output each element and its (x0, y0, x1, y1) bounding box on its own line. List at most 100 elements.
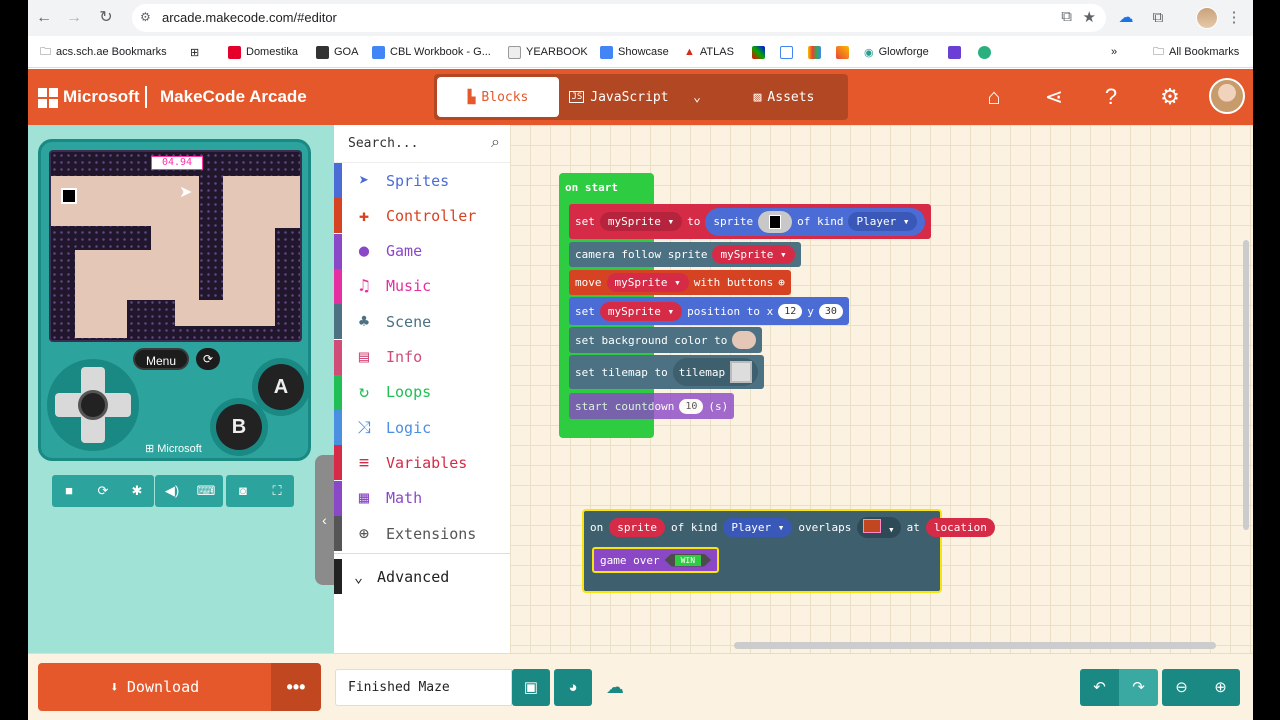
github-icon[interactable]: ◕ (554, 669, 592, 706)
category-math[interactable]: ▦ Math (334, 480, 510, 516)
kebab-menu-icon[interactable]: ⋮ (1224, 8, 1244, 28)
download-button[interactable]: ⬇ Download (38, 663, 271, 711)
project-name-input[interactable]: Finished Maze (335, 669, 512, 706)
bookmarks-overflow[interactable]: » (1111, 43, 1117, 61)
category-controller[interactable]: ✚ Controller (334, 198, 510, 234)
blocks-workspace[interactable]: on start set mySprite to sprite of kind … (510, 125, 1253, 653)
tilemap-block[interactable]: tilemap (672, 358, 759, 386)
sprite-of-kind-block[interactable]: sprite of kind Player (705, 207, 926, 236)
win-toggle[interactable]: WIN (664, 553, 712, 567)
user-avatar[interactable] (1209, 78, 1245, 114)
help-icon[interactable]: ? (1095, 81, 1127, 113)
star-icon[interactable]: ★ (1083, 8, 1096, 26)
redo-icon[interactable]: ↷ (1119, 669, 1158, 706)
save-disk-icon[interactable]: ▣ (512, 669, 550, 706)
variable-dropdown[interactable]: mySprite (599, 212, 683, 231)
tab-javascript[interactable]: JS JavaScript (564, 77, 674, 117)
app-title[interactable]: MakeCode Arcade (160, 87, 307, 107)
cloud-sync-icon[interactable]: ☁ (606, 677, 624, 698)
address-bar[interactable]: ⚙ arcade.makecode.com/#editor ⧉ ★ (132, 4, 1106, 32)
bookmark-yearbook[interactable]: YEARBOOK (508, 43, 588, 61)
settings-gear-icon[interactable]: ⚙ (1154, 81, 1186, 113)
microsoft-logo-icon[interactable] (38, 88, 58, 108)
keyboard-icon[interactable]: ⌨ (189, 475, 223, 507)
dpad[interactable] (47, 359, 139, 451)
volume-icon[interactable]: ◀) (155, 475, 189, 507)
bookmark-acs[interactable]: 🗀 acs.sch.ae Bookmarks (40, 43, 167, 61)
restart-icon[interactable]: ⟳ (86, 475, 120, 507)
bookmark-showcase[interactable]: Showcase (600, 43, 669, 61)
bookmark-domestika[interactable]: Domestika (228, 43, 298, 61)
move-with-buttons-block[interactable]: move mySprite with buttons ⊕ (569, 270, 791, 295)
category-info[interactable]: ▤ Info (334, 339, 510, 375)
tile-dropdown[interactable]: ▾ (857, 516, 901, 538)
bookmark-glowforge[interactable]: ◉ Glowforge (864, 43, 929, 61)
bookmark-favicon-1[interactable] (752, 43, 765, 61)
plus-circle-icon[interactable]: ⊕ (778, 276, 785, 289)
zoom-out-icon[interactable]: ⊖ (1162, 669, 1201, 706)
category-variables[interactable]: ≡ Variables (334, 445, 510, 481)
bookmark-atlas[interactable]: ▲ ATLAS (684, 43, 734, 61)
search-icon[interactable]: ⌕ (491, 134, 500, 152)
category-game[interactable]: ● Game (334, 233, 510, 269)
bookmark-s[interactable] (948, 43, 961, 61)
category-advanced[interactable]: ⌄ Advanced (334, 559, 510, 594)
menu-button[interactable]: Menu (133, 348, 189, 370)
kind-dropdown[interactable]: Player (723, 517, 793, 537)
category-logic[interactable]: ⤨ Logic (334, 410, 510, 446)
bookmark-alien[interactable] (978, 43, 991, 61)
y-value[interactable]: 30 (818, 303, 843, 319)
extension-cloud-icon[interactable]: ☁ (1116, 8, 1136, 28)
start-countdown-block[interactable]: start countdown 10 (s) (569, 393, 735, 419)
tab-blocks[interactable]: ▙ Blocks (437, 77, 559, 117)
camera-follow-block[interactable]: camera follow sprite mySprite (569, 242, 801, 267)
variable-dropdown[interactable]: mySprite (606, 273, 689, 292)
brand-name[interactable]: Microsoft (63, 87, 140, 107)
countdown-seconds[interactable]: 10 (679, 398, 704, 414)
b-button[interactable]: B (216, 404, 262, 450)
sprite-image-picker[interactable] (758, 210, 793, 233)
site-settings-icon[interactable]: ⚙ (140, 10, 151, 24)
language-dropdown[interactable]: ⌄ (680, 77, 714, 117)
undo-icon[interactable]: ↶ (1080, 669, 1119, 706)
profile-avatar[interactable] (1196, 7, 1218, 29)
bookmark-favicon-2[interactable] (808, 43, 821, 61)
bookmark-cbl[interactable]: CBL Workbook - G... (372, 43, 491, 61)
bookmark-favicon-3[interactable] (836, 43, 849, 61)
category-scene[interactable]: ♣ Scene (334, 304, 510, 340)
screenshot-camera-icon[interactable]: ◙ (226, 475, 260, 507)
download-more-button[interactable]: ••• (271, 663, 321, 711)
bookmark-goa[interactable]: GOA (316, 43, 358, 61)
reload-icon[interactable]: ↻ (96, 8, 116, 28)
set-position-block[interactable]: set mySprite position to x 12 y 30 (569, 297, 849, 325)
set-background-color-block[interactable]: set background color to (569, 327, 763, 353)
home-icon[interactable]: ⌂ (978, 81, 1010, 113)
horizontal-scrollbar[interactable] (734, 642, 1216, 649)
x-value[interactable]: 12 (778, 303, 803, 319)
apps-grid-icon[interactable]: ⊞ (190, 43, 199, 61)
debug-bug-icon[interactable]: ✱ (120, 475, 154, 507)
toolbox-search[interactable]: Search... ⌕ (334, 125, 510, 163)
tilemap-picker-icon[interactable] (730, 361, 753, 383)
color-picker[interactable] (732, 331, 757, 349)
restart-icon[interactable]: ⟳ (196, 348, 220, 370)
zoom-in-icon[interactable]: ⊕ (1201, 669, 1240, 706)
set-sprite-block[interactable]: set mySprite to sprite of kind Player (569, 204, 932, 239)
kind-dropdown[interactable]: Player (848, 212, 918, 231)
collapse-simulator-chevron-icon[interactable]: ‹ (315, 455, 334, 585)
game-screen[interactable]: 04.94 ➤ (49, 150, 302, 342)
open-external-icon[interactable]: ⧉ (1061, 8, 1072, 25)
location-param[interactable]: location (925, 517, 995, 537)
search-input[interactable]: Search... (348, 136, 418, 151)
game-over-block[interactable]: game over WIN (592, 547, 720, 573)
category-music[interactable]: ♫ Music (334, 268, 510, 304)
category-extensions[interactable]: ⊕ Extensions (334, 516, 510, 551)
fullscreen-icon[interactable]: ⛶ (260, 475, 294, 507)
extensions-puzzle-icon[interactable]: ⧉ (1148, 8, 1168, 28)
bookmark-calendar[interactable] (780, 43, 793, 61)
stop-icon[interactable]: ■ (52, 475, 86, 507)
tab-assets[interactable]: ▨ Assets (724, 77, 844, 117)
back-arrow-icon[interactable]: ← (34, 8, 54, 28)
sprite-param[interactable]: sprite (609, 517, 665, 537)
a-button[interactable]: A (258, 364, 304, 410)
